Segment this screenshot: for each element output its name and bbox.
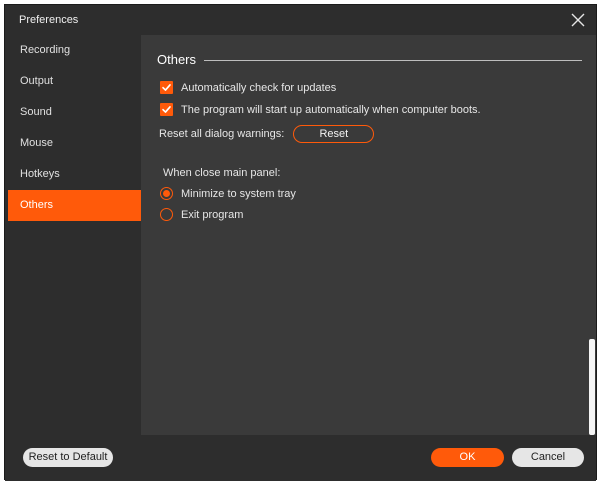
sidebar-item-recording[interactable]: Recording — [8, 35, 141, 66]
auto-start-checkbox[interactable] — [160, 103, 173, 116]
scrollbar-thumb[interactable] — [589, 339, 595, 435]
sidebar-item-hotkeys[interactable]: Hotkeys — [8, 159, 141, 190]
section-header: Others — [157, 51, 582, 67]
title-bar: Preferences — [5, 5, 596, 35]
minimize-tray-option: Minimize to system tray — [160, 187, 296, 200]
exit-program-option: Exit program — [160, 208, 243, 221]
auto-update-option: Automatically check for updates — [160, 81, 336, 94]
window-title: Preferences — [19, 14, 79, 26]
sidebar-item-others[interactable]: Others — [8, 190, 141, 221]
sidebar-item-sound[interactable]: Sound — [8, 97, 141, 128]
exit-program-radio[interactable] — [160, 208, 173, 221]
radio-selected-dot — [163, 190, 170, 197]
footer-bar: Reset to Default OK Cancel — [5, 435, 596, 481]
reset-warnings-label: Reset all dialog warnings: — [159, 128, 285, 140]
close-icon — [571, 13, 585, 27]
preferences-window: Preferences Recording Output Sound Mouse… — [4, 4, 597, 481]
reset-warnings-row: Reset all dialog warnings: Reset — [159, 125, 375, 143]
settings-panel: Others Automatically check for updates T… — [141, 35, 596, 435]
reset-warnings-button[interactable]: Reset — [293, 125, 375, 143]
close-panel-label: When close main panel: — [163, 167, 281, 179]
check-icon — [162, 84, 171, 91]
auto-start-label: The program will start up automatically … — [181, 103, 481, 116]
auto-start-option: The program will start up automatically … — [160, 103, 481, 116]
sidebar-item-mouse[interactable]: Mouse — [8, 128, 141, 159]
section-title: Others — [157, 51, 197, 67]
exit-program-label: Exit program — [181, 208, 244, 221]
ok-button[interactable]: OK — [431, 448, 504, 467]
minimize-tray-label: Minimize to system tray — [181, 187, 296, 200]
section-divider — [204, 59, 582, 61]
auto-update-label: Automatically check for updates — [181, 81, 337, 94]
minimize-tray-radio[interactable] — [160, 187, 173, 200]
sidebar-item-output[interactable]: Output — [8, 66, 141, 97]
close-button[interactable] — [568, 10, 588, 30]
auto-update-checkbox[interactable] — [160, 81, 173, 94]
scrollbar-track[interactable] — [588, 35, 596, 435]
sidebar: Recording Output Sound Mouse Hotkeys Oth… — [8, 35, 141, 435]
reset-to-default-button[interactable]: Reset to Default — [23, 448, 113, 467]
close-panel-heading: When close main panel: — [163, 167, 280, 179]
cancel-button[interactable]: Cancel — [512, 448, 584, 467]
check-icon — [162, 106, 171, 113]
